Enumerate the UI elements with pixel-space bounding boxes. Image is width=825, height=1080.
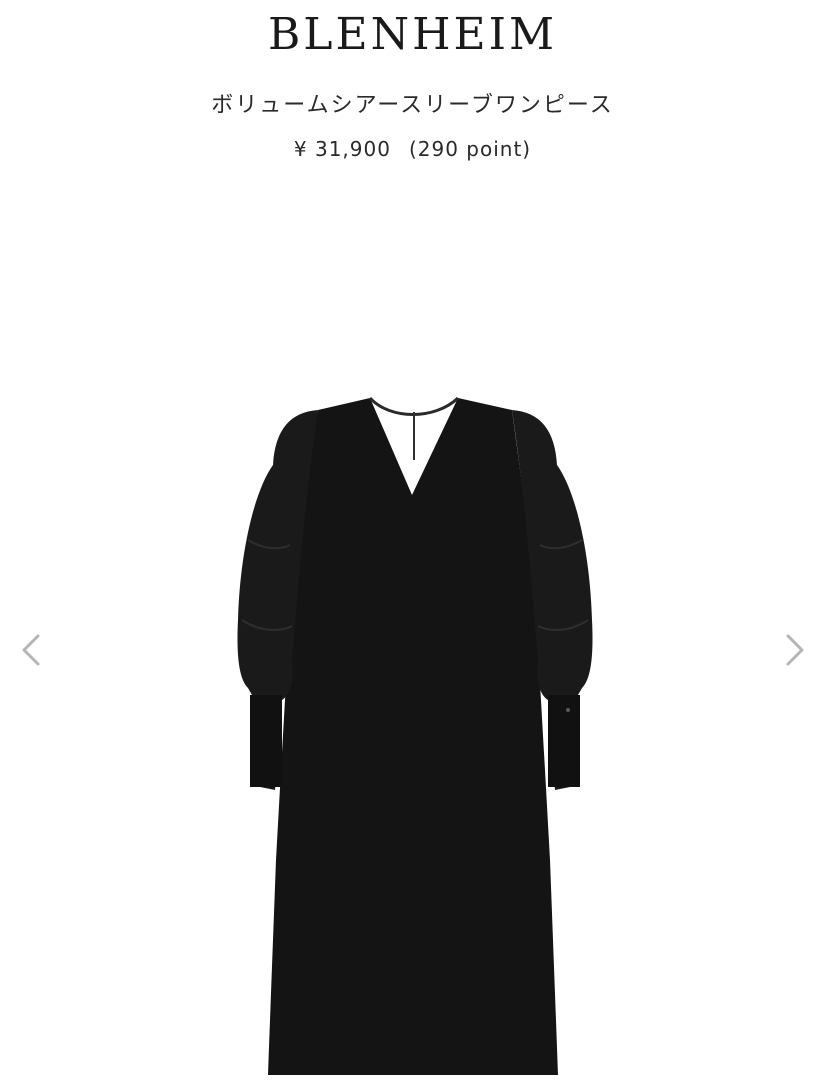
product-points: (290 point) (408, 137, 532, 161)
carousel-prev-button[interactable] (12, 630, 52, 670)
carousel-next-button[interactable] (774, 630, 814, 670)
dress-body (268, 398, 558, 1075)
product-price: ¥ 31,900 (293, 137, 391, 161)
chevron-right-icon (786, 634, 804, 666)
brand-logo[interactable]: BLENHEIM (0, 10, 825, 60)
product-image-carousel[interactable] (0, 200, 825, 1080)
chevron-left-icon (22, 634, 40, 666)
product-title: ボリュームシアースリーブワンピース (211, 93, 614, 118)
price-row: ¥ 31,900 (290 point) (0, 134, 825, 164)
product-image (237, 396, 593, 1075)
